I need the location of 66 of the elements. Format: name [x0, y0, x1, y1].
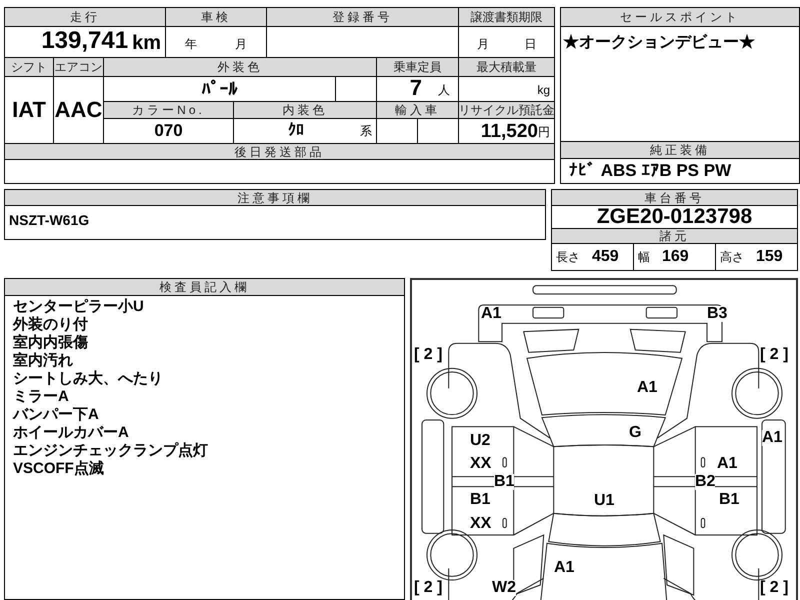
spec-value: 169	[662, 247, 689, 267]
column-header: 注意事項欄	[5, 190, 545, 205]
column-header: 譲渡書類期限	[459, 8, 554, 26]
unit-label: 円	[538, 124, 550, 141]
column-header: 検査員記入欄	[5, 279, 404, 295]
column-header: 外装色	[104, 58, 376, 76]
damage-mark: B1	[494, 474, 514, 490]
column-header: 純正装備	[561, 142, 799, 158]
inspector-note: ミラーA	[13, 388, 70, 406]
chassis-number: ZGE20-0123798	[552, 206, 797, 228]
spec-label: 高さ	[720, 249, 744, 266]
inspector-note: バンパー下A	[13, 406, 100, 424]
column-header: 最大積載量	[459, 58, 554, 76]
column-header: 車検	[166, 8, 266, 26]
table-cell: ﾊﾟｰﾙ	[104, 77, 335, 101]
column-header: 登録番号	[267, 8, 458, 26]
column-header: 車台番号	[552, 190, 797, 205]
spec-value: 459	[592, 247, 619, 267]
damage-mark: [ 2 ]	[414, 347, 442, 363]
odometer-value: 139,741	[41, 29, 128, 53]
damage-mark: A1	[762, 430, 782, 446]
column-header: セールスポイント	[561, 8, 799, 26]
unit-label: km	[132, 33, 161, 53]
inspector-note: シートしみ大、へたり	[13, 370, 164, 388]
damage-mark: [ 2 ]	[760, 347, 788, 363]
inspector-note: 室内内張傷	[13, 334, 89, 352]
damage-mark: B3	[707, 306, 728, 322]
damage-mark: B2	[695, 474, 716, 490]
table-cell: IAT	[5, 77, 53, 143]
equipment-text: ﾅﾋﾞ ABS ｴｱB PS PW	[561, 159, 799, 183]
column-header: カラーNo.	[104, 102, 233, 118]
table-cell: 070	[104, 119, 233, 143]
column-header: シフト	[5, 58, 53, 76]
month-label: 月	[476, 36, 489, 53]
column-header: 乗車定員	[377, 58, 458, 76]
suffix-label: 系	[360, 123, 372, 140]
month-label: 月	[235, 36, 247, 53]
column-header: 輸入車	[377, 102, 458, 118]
spec-label: 幅	[638, 249, 650, 266]
inspector-note: 外装のり付	[13, 316, 89, 334]
unit-label: 人	[438, 82, 450, 99]
inspector-note: VSCOFF点滅	[13, 460, 105, 478]
inspector-note: ホイールカバーA	[13, 424, 130, 442]
column-header: 内装色	[234, 102, 376, 118]
notes-text: NSZT-W61G	[5, 206, 545, 239]
year-label: 年	[185, 36, 197, 53]
inspector-note: エンジンチェックランプ点灯	[13, 442, 209, 460]
column-header: リサイクル預託金	[459, 102, 554, 118]
column-header: 後日発送部品	[5, 144, 554, 159]
recycling-fee-value: 11,520	[480, 122, 538, 141]
column-header: 諸元	[552, 229, 797, 243]
column-header: 走行	[5, 8, 165, 26]
damage-mark: [ 2 ]	[760, 580, 788, 596]
damage-mark: W2	[492, 580, 516, 596]
capacity-value: 7	[410, 77, 422, 99]
spec-value: 159	[756, 247, 783, 267]
interior-color-value: ｸﾛ	[288, 121, 304, 141]
day-label: 日	[524, 36, 536, 53]
table-cell: AAC	[54, 77, 103, 143]
column-header: エアコン	[54, 58, 103, 76]
sales-point-text: ★オークションデビュー★	[561, 27, 799, 141]
spec-label: 長さ	[556, 249, 580, 266]
damage-mark: [ 2 ]	[414, 580, 442, 596]
unit-label: kg	[537, 82, 550, 99]
inspector-note: 室内汚れ	[13, 352, 74, 370]
inspector-note: センターピラー小U	[13, 298, 145, 316]
